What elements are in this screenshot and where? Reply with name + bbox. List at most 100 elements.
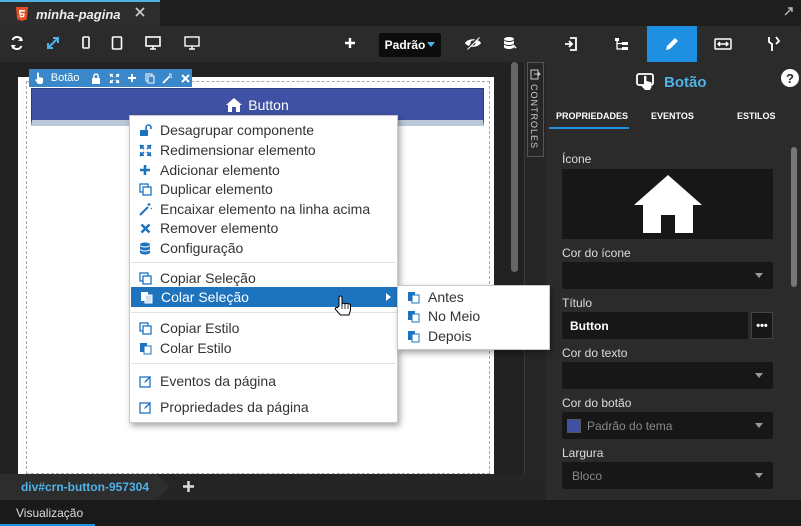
button-color-label: Cor do botão: [562, 396, 632, 410]
tablet-icon: [111, 36, 123, 50]
copy-icon[interactable]: [143, 71, 157, 85]
menu-item-paste-selection[interactable]: Colar Seleção: [131, 287, 398, 307]
menu-item-remove[interactable]: Remover elemento: [130, 218, 397, 238]
panel-subtabs: PROPRIEDADES EVENTOS ESTILOS: [546, 102, 801, 130]
editor-toolbar: Padrão: [0, 26, 546, 62]
close-icon: [138, 221, 152, 235]
eye-slash-icon: [465, 36, 481, 50]
icon-picker[interactable]: [562, 169, 773, 239]
tab-title: minha-pagina: [36, 6, 121, 22]
toggle-visibility-button[interactable]: [462, 32, 484, 54]
home-icon: [226, 98, 243, 112]
paste-submenu: Antes No Meio Depois: [397, 285, 550, 350]
phone-view-button[interactable]: [75, 32, 97, 54]
refresh-button[interactable]: [6, 32, 28, 54]
text-color-select[interactable]: [562, 362, 773, 389]
title-input[interactable]: Button: [562, 312, 748, 339]
add-component-button[interactable]: [339, 32, 361, 54]
preview-tab[interactable]: Visualização: [16, 506, 83, 520]
width-value: Bloco: [572, 468, 603, 483]
tab-tree[interactable]: [597, 26, 647, 62]
unlock-icon: [138, 123, 152, 137]
file-tab[interactable]: minha-pagina: [0, 0, 160, 26]
subtab-active-indicator: [549, 127, 629, 129]
copy-icon: [138, 271, 152, 285]
tablet-view-button[interactable]: [106, 32, 128, 54]
resize-icon[interactable]: [107, 71, 121, 85]
button-color-select[interactable]: Padrão do tema: [562, 412, 773, 439]
menu-item-settings[interactable]: Configuração: [130, 238, 397, 258]
controls-icon: [530, 69, 541, 80]
panel-tabs: [546, 26, 801, 62]
canvas-scrollbar[interactable]: [511, 62, 518, 272]
menu-item-duplicate[interactable]: Duplicar elemento: [130, 179, 397, 199]
resize-icon: [138, 143, 152, 157]
title-label: Título: [562, 296, 593, 310]
magic-wand-icon: [138, 202, 152, 216]
menu-item-resize[interactable]: Redimensionar elemento: [130, 140, 397, 160]
lock-icon[interactable]: [90, 71, 104, 85]
menu-item-copy-selection[interactable]: Copiar Seleção: [130, 268, 397, 288]
subtab-events[interactable]: EVENTOS: [651, 111, 694, 121]
database-button[interactable]: [499, 32, 521, 54]
sitemap-icon: [615, 38, 628, 50]
desktop-view-button[interactable]: [142, 32, 164, 54]
paste-icon: [406, 309, 420, 323]
close-tab-icon[interactable]: [135, 7, 145, 17]
subtab-properties[interactable]: PROPRIEDADES: [556, 111, 628, 121]
edit-icon: [138, 374, 152, 388]
submenu-arrow-icon: [386, 293, 391, 301]
tab-resize[interactable]: [698, 26, 748, 62]
menu-item-copy-style[interactable]: Copiar Estilo: [130, 318, 397, 338]
width-label: Largura: [562, 446, 604, 460]
width-select[interactable]: Bloco: [562, 462, 773, 489]
hand-cursor-icon: [334, 295, 352, 317]
title-options-button[interactable]: •••: [751, 312, 773, 339]
submenu-item-after[interactable]: Depois: [398, 326, 549, 346]
icon-color-select[interactable]: [562, 262, 773, 289]
caret-down-icon: [427, 42, 436, 47]
plus-icon: [138, 163, 152, 177]
color-swatch: [567, 418, 581, 433]
magic-wand-icon[interactable]: [161, 71, 175, 85]
menu-item-page-events[interactable]: Eventos da página: [130, 371, 397, 391]
submenu-item-middle[interactable]: No Meio: [398, 306, 549, 326]
menu-item-snap-above[interactable]: Encaixar elemento na linha acima: [130, 199, 397, 219]
help-icon[interactable]: ?: [781, 69, 799, 87]
button-component-label: Button: [31, 97, 484, 113]
tab-import[interactable]: [546, 26, 596, 62]
component-toolbar: Botão: [29, 69, 192, 87]
theme-select[interactable]: Padrão: [379, 33, 441, 57]
menu-item-ungroup[interactable]: Desagrupar componente: [130, 120, 397, 140]
plus-icon[interactable]: [125, 71, 139, 85]
tab-tools[interactable]: [749, 26, 799, 62]
monitor-icon: [145, 36, 161, 50]
large-desktop-view-button[interactable]: [181, 32, 203, 54]
plus-icon: [345, 38, 355, 48]
hand-pointer-icon: [33, 71, 47, 85]
icon-color-label: Cor do ícone: [562, 246, 631, 260]
maximize-icon[interactable]: [784, 7, 793, 16]
panel-title: Botão: [636, 72, 707, 92]
fullscreen-button[interactable]: [42, 32, 64, 54]
close-icon[interactable]: [178, 71, 192, 85]
paste-icon: [138, 341, 152, 355]
element-path[interactable]: div#crn-button-957304: [0, 474, 170, 500]
component-type-label: Botão: [50, 72, 80, 84]
caret-down-icon: [755, 373, 763, 378]
menu-item-paste-style[interactable]: Colar Estilo: [130, 338, 397, 358]
paste-icon: [139, 290, 153, 304]
tab-edit[interactable]: [647, 26, 697, 62]
caret-down-icon: [755, 423, 763, 428]
subtab-styles[interactable]: ESTILOS: [737, 111, 776, 121]
menu-item-page-properties[interactable]: Propriedades da página: [130, 397, 397, 417]
paste-icon: [406, 290, 420, 304]
controls-label: CONTROLES: [529, 84, 539, 150]
status-bar: Visualização: [0, 500, 801, 526]
menu-separator: [131, 262, 398, 263]
menu-item-add[interactable]: Adicionar elemento: [130, 160, 397, 180]
monitor-icon: [184, 36, 200, 50]
panel-scrollbar[interactable]: [791, 147, 797, 287]
add-path-icon[interactable]: [182, 480, 195, 493]
submenu-item-before[interactable]: Antes: [398, 287, 549, 307]
